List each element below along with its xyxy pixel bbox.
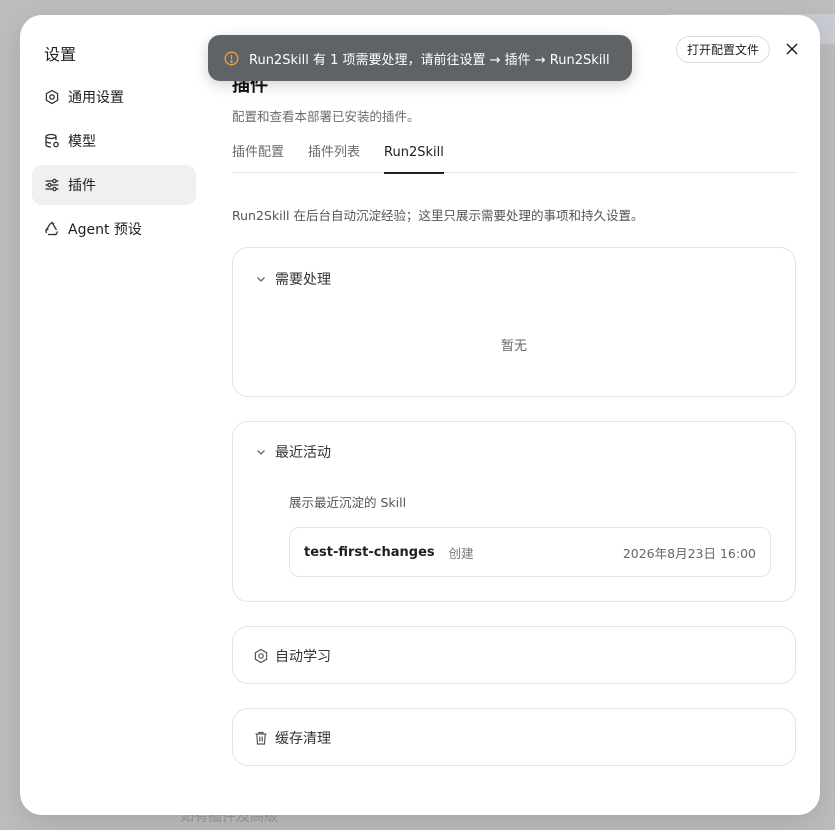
tab-plugin-config[interactable]: 插件配置: [232, 141, 284, 173]
page-description: 配置和查看本部署已安装的插件。: [232, 109, 420, 124]
pending-section: 需要处理 暂无: [232, 247, 796, 397]
sidebar-title: 设置: [44, 45, 77, 64]
recycle-icon: [44, 221, 60, 237]
chevron-down-icon: [255, 446, 267, 458]
sidebar-item-plugins[interactable]: 插件: [32, 165, 196, 205]
pending-section-toggle[interactable]: 需要处理: [255, 269, 331, 289]
tab-run2skill[interactable]: Run2Skill: [384, 141, 444, 174]
close-icon: [785, 42, 799, 56]
toast-message: Run2Skill 有 1 项需要处理，请前往设置 → 插件 → Run2Ski…: [249, 52, 610, 68]
settings-sidebar: 设置 通用设置 模型 插件 Agent 预设: [20, 15, 210, 815]
close-button[interactable]: [782, 39, 802, 59]
sliders-icon: [44, 177, 60, 193]
cache-cleanup-title: 缓存清理: [275, 731, 331, 747]
sidebar-item-models[interactable]: 模型: [32, 121, 196, 161]
skill-name: test-first-changes: [304, 544, 435, 560]
warning-circle-icon: [224, 51, 239, 66]
auto-learn-section[interactable]: 自动学习: [232, 626, 796, 684]
recent-activity-section: 最近活动 展示最近沉淀的 Skill test-first-changes 创建…: [232, 421, 796, 602]
sidebar-item-label: 插件: [68, 178, 96, 194]
recent-activity-title: 最近活动: [275, 445, 331, 461]
recent-activity-subtitle: 展示最近沉淀的 Skill: [289, 495, 407, 510]
open-config-file-button[interactable]: 打开配置文件: [676, 36, 770, 63]
list-item[interactable]: test-first-changes 创建 2026年8月23日 16:00: [289, 527, 771, 577]
trash-icon: [253, 730, 269, 746]
run2skill-intro: Run2Skill 在后台自动沉淀经验；这里只展示需要处理的事项和持久设置。: [232, 208, 644, 223]
notification-toast: Run2Skill 有 1 项需要处理，请前往设置 → 插件 → Run2Ski…: [208, 35, 632, 81]
cache-cleanup-section[interactable]: 缓存清理: [232, 708, 796, 766]
skill-timestamp: 2026年8月23日 16:00: [622, 545, 756, 561]
gear-icon: [44, 89, 60, 105]
database-icon: [44, 133, 60, 149]
sidebar-item-label: 通用设置: [68, 90, 124, 106]
sidebar-item-general[interactable]: 通用设置: [32, 77, 196, 117]
gear-icon: [253, 648, 269, 664]
auto-learn-title: 自动学习: [275, 649, 331, 665]
sidebar-nav: 通用设置 模型 插件 Agent 预设: [32, 77, 196, 253]
recent-activity-toggle[interactable]: 最近活动: [255, 442, 331, 462]
pending-section-title: 需要处理: [275, 272, 331, 288]
tab-plugin-list[interactable]: 插件列表: [308, 141, 360, 173]
sidebar-item-label: Agent 预设: [68, 222, 142, 238]
cache-cleanup-toggle[interactable]: 缓存清理: [253, 728, 331, 748]
skill-action: 创建: [448, 545, 474, 561]
sidebar-item-label: 模型: [68, 134, 96, 150]
chevron-down-icon: [255, 273, 267, 285]
auto-learn-toggle[interactable]: 自动学习: [253, 646, 331, 666]
plugins-panel: 插件 配置和查看本部署已安装的插件。 插件配置 插件列表 Run2Skill R…: [232, 15, 796, 815]
plugin-tabs: 插件配置 插件列表 Run2Skill: [232, 141, 796, 174]
pending-empty-text: 暂无: [500, 339, 527, 354]
sidebar-item-agent-presets[interactable]: Agent 预设: [32, 209, 196, 249]
settings-dialog: 设置 通用设置 模型 插件 Agent 预设 插件 配置和查看本部署已安装的插件…: [20, 15, 820, 815]
